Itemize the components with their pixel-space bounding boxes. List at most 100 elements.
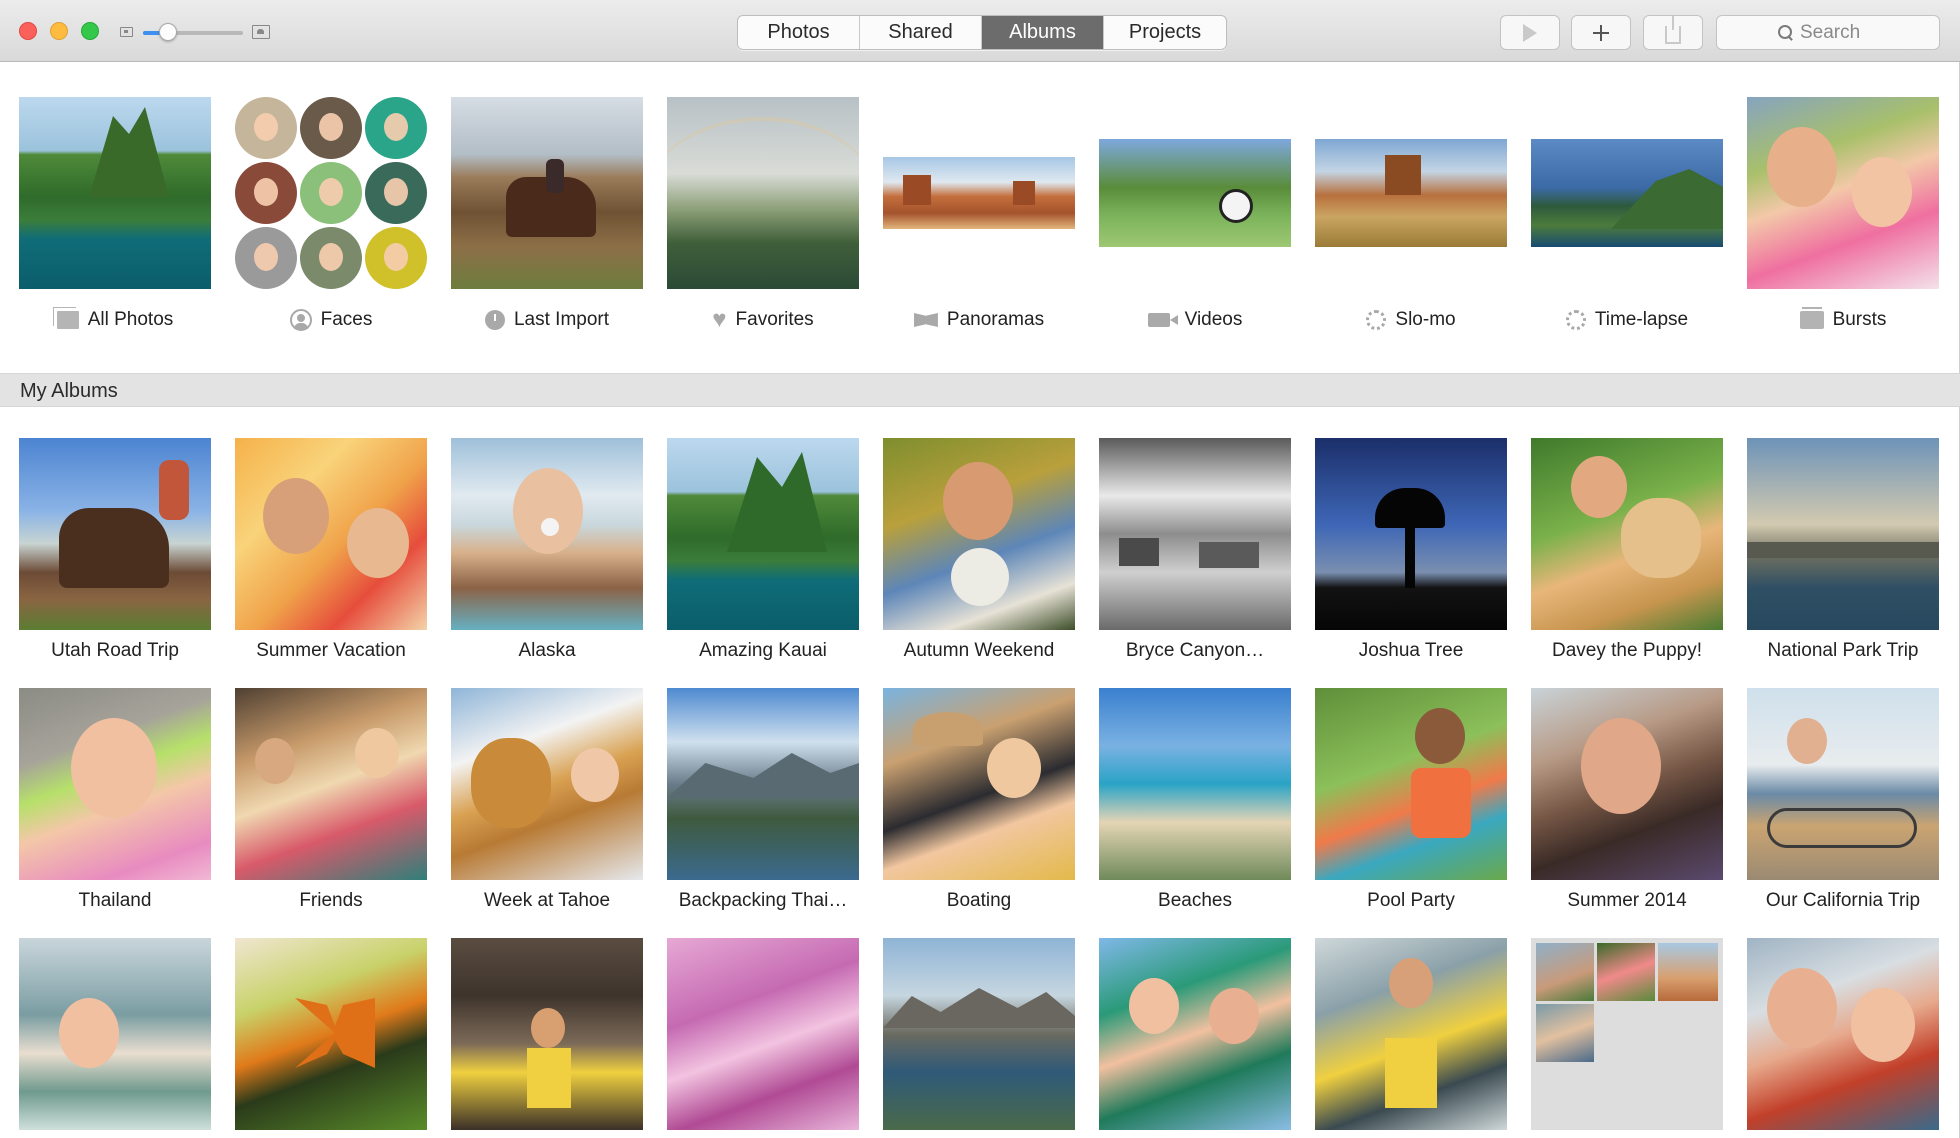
smart-album-label: Time-lapse <box>1594 309 1689 330</box>
smart-album-label: Videos <box>1184 309 1243 330</box>
tab-shared[interactable]: Shared <box>860 16 982 49</box>
album-thumbnail[interactable] <box>1099 139 1291 247</box>
album-thumbnail[interactable] <box>667 438 859 630</box>
play-icon <box>1523 23 1537 42</box>
album-thumbnail[interactable] <box>883 938 1075 1130</box>
zoom-out-icon[interactable] <box>120 27 133 37</box>
album-label: National Park Trip <box>1767 640 1919 661</box>
face-thumbnail <box>235 97 297 159</box>
album-thumbnail[interactable] <box>451 438 643 630</box>
share-button[interactable] <box>1643 15 1703 50</box>
album-thumbnail[interactable] <box>883 688 1075 880</box>
album-thumbnail[interactable] <box>235 938 427 1130</box>
album-thumbnail[interactable] <box>451 688 643 880</box>
tab-projects[interactable]: Projects <box>1104 16 1226 49</box>
album-thumbnail[interactable] <box>1531 438 1723 630</box>
album-label: Our California Trip <box>1765 890 1921 911</box>
album-label: Bryce Canyon… <box>1125 640 1265 661</box>
face-thumbnail <box>300 97 362 159</box>
zoom-button[interactable] <box>81 22 99 40</box>
tab-albums[interactable]: Albums <box>982 16 1104 49</box>
album-thumbnail[interactable] <box>1099 438 1291 630</box>
face-thumbnail <box>365 97 427 159</box>
close-button[interactable] <box>19 22 37 40</box>
album-thumbnail[interactable] <box>451 97 643 289</box>
faces-collage[interactable] <box>235 97 427 289</box>
album-label: Utah Road Trip <box>51 640 179 661</box>
video-camera-icon <box>1147 313 1178 327</box>
album-thumbnail[interactable] <box>883 157 1075 229</box>
album-thumbnail[interactable] <box>883 438 1075 630</box>
section-title: My Albums <box>20 380 118 402</box>
album-thumbnail[interactable] <box>1747 938 1939 1130</box>
smart-album-label: Panoramas <box>946 309 1045 330</box>
album-thumbnail[interactable] <box>1747 438 1939 630</box>
zoom-slider-knob[interactable] <box>159 23 177 41</box>
project-photo <box>1536 943 1594 1001</box>
album-thumbnail[interactable] <box>19 438 211 630</box>
album-thumbnail[interactable] <box>451 938 643 1130</box>
project-thumbnail[interactable] <box>1531 938 1723 1130</box>
smart-album-caption: Slo-mo <box>1315 309 1507 331</box>
smart-album-caption: Bursts <box>1747 307 1939 331</box>
smart-album-label: Bursts <box>1832 309 1887 330</box>
smart-album-caption: ♥ Favorites <box>667 306 859 333</box>
minimize-button[interactable] <box>50 22 68 40</box>
album-thumbnail[interactable] <box>235 438 427 630</box>
zoom-in-icon[interactable] <box>252 25 270 39</box>
album-thumbnail[interactable] <box>19 688 211 880</box>
faces-icon <box>289 309 312 331</box>
album-label: Autumn Weekend <box>903 640 1055 661</box>
tab-photos[interactable]: Photos <box>738 16 860 49</box>
search-field[interactable] <box>1716 15 1940 50</box>
toolbar: Photos Shared Albums Projects <box>0 0 1960 62</box>
album-thumbnail[interactable] <box>667 688 859 880</box>
album-thumbnail[interactable] <box>1099 688 1291 880</box>
project-photo <box>1536 1004 1594 1062</box>
album-thumbnail[interactable] <box>19 97 211 289</box>
album-label: Summer 2014 <box>1567 890 1687 911</box>
album-thumbnail[interactable] <box>1315 139 1507 247</box>
face-thumbnail <box>235 162 297 224</box>
smart-album-caption: Videos <box>1099 309 1291 331</box>
smart-album-label: All Photos <box>87 309 174 330</box>
album-label: Week at Tahoe <box>483 890 611 911</box>
album-thumbnail[interactable] <box>19 938 211 1130</box>
slo-mo-icon <box>1366 310 1387 330</box>
search-input[interactable] <box>1800 21 1878 44</box>
smart-album-caption: Faces <box>235 309 427 331</box>
smart-album-caption: Time-lapse <box>1531 309 1723 331</box>
album-label: Davey the Puppy! <box>1552 640 1702 661</box>
smart-album-caption: Panoramas <box>883 309 1075 331</box>
zoom-slider[interactable] <box>143 31 243 35</box>
add-icon <box>1593 24 1609 41</box>
search-icon <box>1778 25 1793 40</box>
view-tabs: Photos Shared Albums Projects <box>737 15 1227 50</box>
album-thumbnail[interactable] <box>1747 97 1939 289</box>
album-thumbnail[interactable] <box>1531 688 1723 880</box>
album-thumbnail[interactable] <box>235 688 427 880</box>
album-thumbnail[interactable] <box>1315 688 1507 880</box>
album-label: Joshua Tree <box>1358 640 1464 661</box>
face-thumbnail <box>300 162 362 224</box>
album-label: Amazing Kauai <box>699 640 827 661</box>
album-thumbnail[interactable] <box>1747 688 1939 880</box>
album-thumbnail[interactable] <box>1099 938 1291 1130</box>
photos-window: Photos Shared Albums Projects All Photos <box>0 0 1960 1138</box>
smart-album-label: Faces <box>320 309 373 330</box>
album-label: Summer Vacation <box>256 640 406 661</box>
slideshow-button[interactable] <box>1500 15 1560 50</box>
smart-album-caption: Last Import <box>451 309 643 331</box>
share-icon <box>1665 15 1681 44</box>
heart-icon: ♥ <box>712 306 727 333</box>
album-label: Boating <box>946 890 1012 911</box>
album-thumbnail[interactable] <box>1315 438 1507 630</box>
add-button[interactable] <box>1571 15 1631 50</box>
face-thumbnail <box>235 227 297 289</box>
album-thumbnail[interactable] <box>1531 139 1723 247</box>
smart-album-label: Favorites <box>735 309 814 330</box>
album-thumbnail[interactable] <box>667 97 859 289</box>
album-thumbnail[interactable] <box>667 938 859 1130</box>
album-thumbnail[interactable] <box>1315 938 1507 1130</box>
my-albums-header: My Albums <box>0 373 1960 407</box>
